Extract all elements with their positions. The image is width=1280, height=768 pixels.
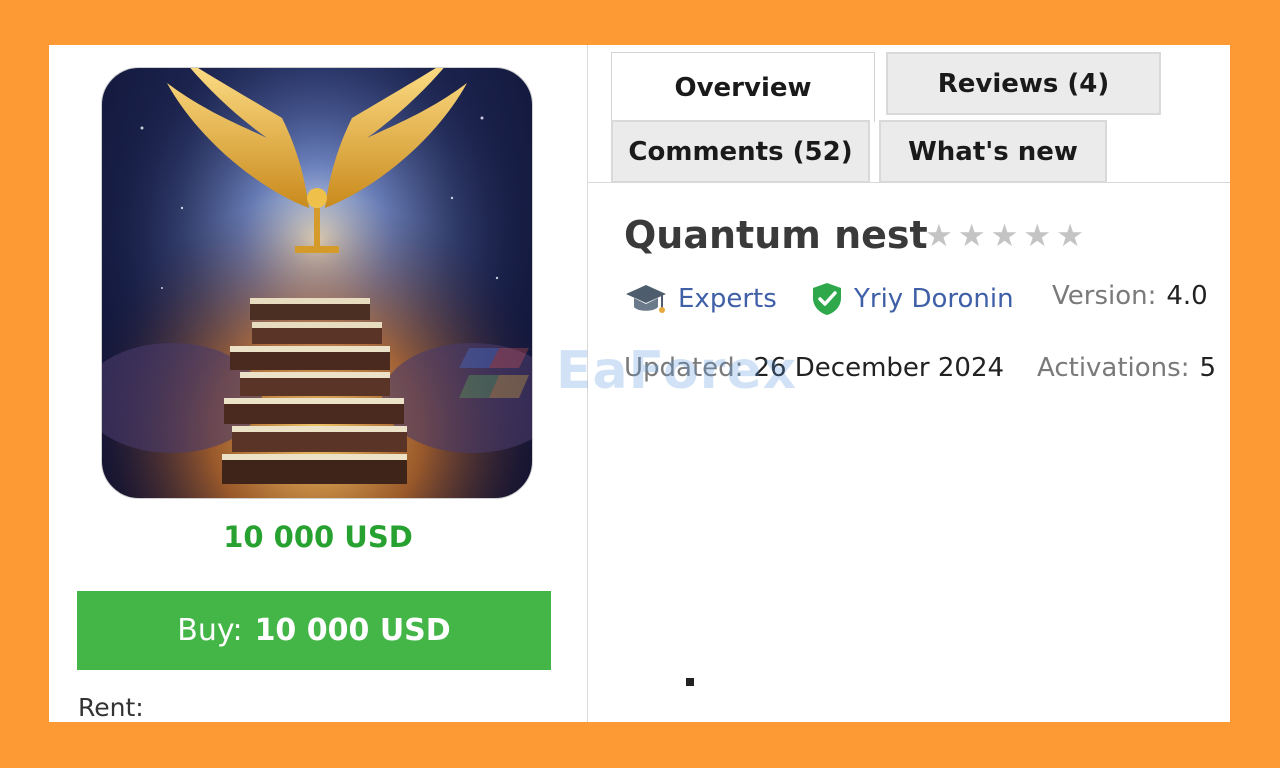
scroll-indicator	[686, 678, 694, 686]
version-info: Version: 4.0	[1052, 281, 1208, 311]
product-price: 10 000 USD	[223, 520, 413, 554]
verified-shield-icon	[813, 283, 841, 315]
tab-overview[interactable]: Overview	[611, 52, 875, 122]
rent-label: Rent:	[78, 693, 144, 722]
buy-amount: 10 000 USD	[254, 613, 451, 648]
star-icon[interactable]: ★	[991, 221, 1019, 252]
tab-reviews[interactable]: Reviews (4)	[886, 52, 1161, 115]
product-artwork	[102, 68, 532, 498]
tabs-divider	[588, 182, 1230, 183]
category-label[interactable]: Experts	[678, 284, 777, 314]
watermark-logo	[459, 348, 529, 398]
activations-label: Activations:	[1037, 353, 1190, 383]
star-icon[interactable]: ★	[1056, 221, 1084, 252]
product-panel: 10 000 USD Buy: 10 000 USD Rent: Overvie…	[49, 45, 1230, 722]
buy-button[interactable]: Buy: 10 000 USD	[77, 591, 551, 670]
activations-info: Activations: 5	[1037, 353, 1216, 383]
activations-value: 5	[1199, 353, 1217, 383]
rating-stars[interactable]: ★ ★ ★ ★ ★	[925, 221, 1084, 252]
graduation-cap-icon	[626, 285, 666, 313]
star-icon[interactable]: ★	[925, 221, 953, 252]
version-label: Version:	[1052, 281, 1157, 311]
star-icon[interactable]: ★	[1023, 221, 1051, 252]
category-link[interactable]: Experts	[624, 281, 777, 317]
buy-label: Buy:	[177, 613, 243, 648]
product-title: Quantum nest	[624, 213, 928, 257]
tab-comments[interactable]: Comments (52)	[611, 120, 870, 183]
author-name[interactable]: Yriy Doronin	[854, 284, 1014, 314]
star-icon[interactable]: ★	[958, 221, 986, 252]
watermark-text: EaForex	[556, 341, 798, 401]
tab-whats-new[interactable]: What's new	[879, 120, 1107, 183]
product-image[interactable]	[101, 67, 533, 499]
author-link[interactable]: Yriy Doronin	[810, 281, 1014, 317]
version-value: 4.0	[1166, 281, 1208, 311]
